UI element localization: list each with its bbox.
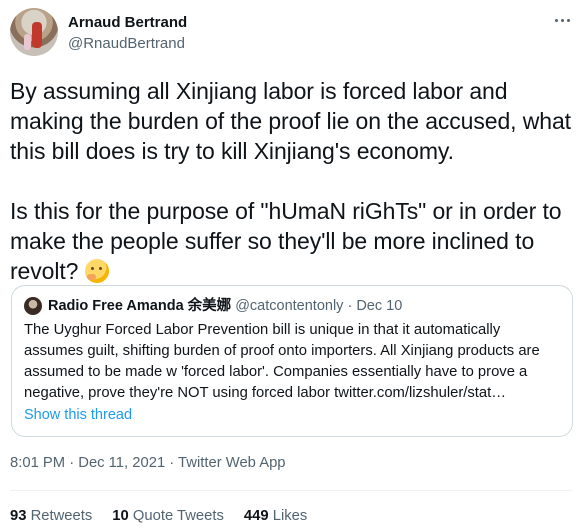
quote-tweets-count: 10: [112, 508, 129, 524]
likes-stat[interactable]: 449 Likes: [244, 506, 307, 526]
more-options-icon[interactable]: [552, 14, 572, 26]
tweet-stats: 93 Retweets 10 Quote Tweets 449 Likes: [10, 506, 307, 526]
author-name[interactable]: Arnaud Bertrand: [68, 13, 187, 33]
retweets-stat[interactable]: 93 Retweets: [10, 506, 92, 526]
quoted-tweet-date: Dec 10: [356, 298, 403, 314]
quote-tweets-label: Quote Tweets: [132, 508, 224, 524]
thinking-face-icon: [84, 259, 109, 283]
divider: [10, 490, 572, 491]
quoted-tweet-text: The Uyghur Forced Labor Prevention bill …: [24, 322, 540, 401]
quoted-meta-separator: ·: [343, 298, 357, 314]
tweet-text: By assuming all Xinjiang labor is forced…: [10, 76, 575, 286]
tweet-paragraph-1: By assuming all Xinjiang labor is forced…: [10, 78, 571, 164]
quoted-tweet-meta: Radio Free Amanda 余美娜 @catcontentonly · …: [48, 296, 402, 316]
tweet-timestamp[interactable]: 8:01 PM · Dec 11, 2021 · Twitter Web App: [10, 453, 286, 473]
tweet-header: Arnaud Bertrand @RnaudBertrand: [10, 8, 572, 60]
likes-label: Likes: [272, 508, 308, 524]
quote-tweets-stat[interactable]: 10 Quote Tweets: [112, 506, 224, 526]
retweets-count: 93: [10, 508, 27, 524]
author-handle[interactable]: @RnaudBertrand: [68, 34, 185, 54]
author-avatar[interactable]: [10, 8, 58, 56]
avatar-figure: [32, 22, 42, 48]
retweets-label: Retweets: [30, 508, 93, 524]
avatar-figure-child: [24, 34, 31, 50]
tweet-paragraph-2: Is this for the purpose of "hUmaN riGhTs…: [10, 196, 575, 286]
quoted-author-handle: @catcontentonly: [235, 298, 344, 314]
show-thread-link[interactable]: Show this thread: [24, 405, 132, 425]
likes-count: 449: [243, 508, 269, 524]
quoted-author-name: Radio Free Amanda 余美娜: [48, 298, 232, 314]
quoted-tweet-card[interactable]: Radio Free Amanda 余美娜 @catcontentonly · …: [11, 285, 573, 437]
quoted-author-avatar: [24, 297, 42, 315]
